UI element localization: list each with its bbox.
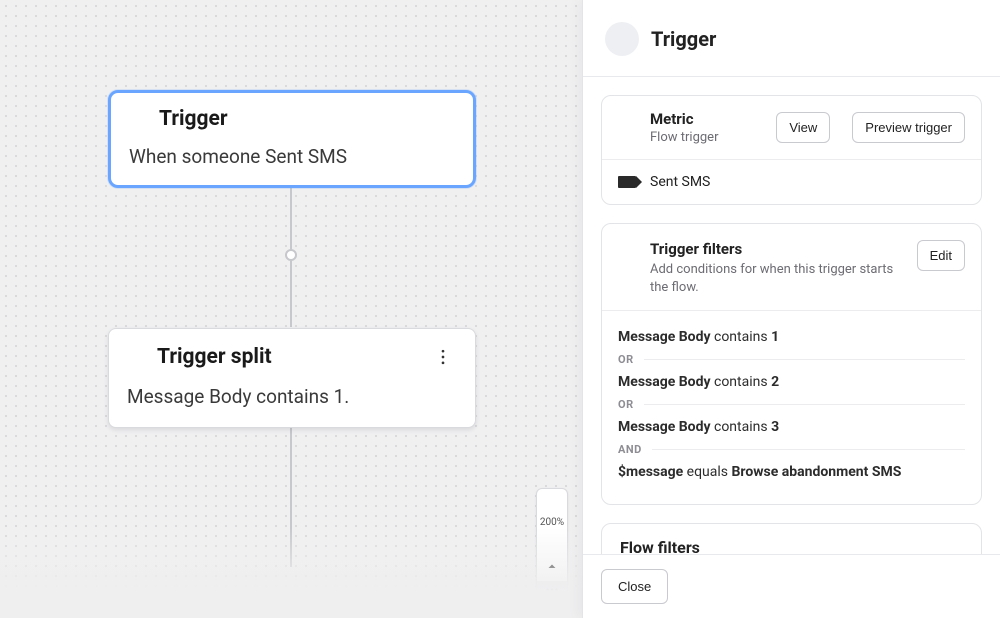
separator-and: AND <box>618 443 965 456</box>
trigger-filters-card: Trigger filters Add conditions for when … <box>601 223 982 505</box>
filter-condition: $message equals Browse abandonment SMS <box>618 456 965 488</box>
filter-condition: Message Body contains 1 <box>618 321 965 353</box>
panel-body: Metric Flow trigger View Preview trigger… <box>583 77 1000 554</box>
node-trigger-desc: When someone Sent SMS <box>129 145 455 168</box>
panel-header: Trigger <box>583 0 1000 77</box>
trigger-panel: Trigger Metric Flow trigger View Preview… <box>582 0 1000 618</box>
node-menu-button[interactable] <box>429 343 457 371</box>
zoom-level-label: 200% <box>537 515 567 529</box>
connector-add-node[interactable] <box>285 249 297 261</box>
view-button[interactable]: View <box>776 112 830 143</box>
panel-title: Trigger <box>651 27 716 51</box>
edit-filters-button[interactable]: Edit <box>917 240 965 271</box>
metric-title: Metric <box>650 110 762 128</box>
close-button[interactable]: Close <box>601 569 668 604</box>
panel-footer: Close <box>583 554 1000 618</box>
target-icon <box>618 119 636 137</box>
filter-condition: Message Body contains 3 <box>618 411 965 443</box>
flow-canvas[interactable]: Trigger When someone Sent SMS Trigger sp… <box>0 0 582 618</box>
tag-icon <box>618 176 636 188</box>
zoom-fit-button[interactable] <box>537 581 567 607</box>
zoom-out-button[interactable] <box>537 529 567 555</box>
filters-list: Message Body contains 1 OR Message Body … <box>602 310 981 504</box>
close-icon[interactable] <box>948 24 978 54</box>
filter-condition: Message Body contains 2 <box>618 366 965 398</box>
node-trigger-split[interactable]: Trigger split Message Body contains 1. <box>108 328 476 428</box>
flow-filters-card[interactable]: Flow filters <box>601 523 982 554</box>
zoom-controls: 200% <box>536 488 568 608</box>
node-split-desc: Message Body contains 1. <box>127 385 457 408</box>
preview-trigger-button[interactable]: Preview trigger <box>852 112 965 143</box>
split-icon <box>127 348 145 366</box>
separator-or: OR <box>618 353 965 366</box>
connector-line <box>290 427 292 567</box>
zoom-in-button[interactable] <box>537 489 567 515</box>
separator-or: OR <box>618 398 965 411</box>
flow-filters-title: Flow filters <box>620 538 700 554</box>
filters-title: Trigger filters <box>650 240 903 258</box>
zoom-reset-button[interactable] <box>537 555 567 581</box>
node-split-title: Trigger split <box>157 345 272 369</box>
filter-icon <box>618 242 636 260</box>
metric-subtitle: Flow trigger <box>650 130 762 145</box>
metric-value: Sent SMS <box>650 174 710 190</box>
filters-desc: Add conditions for when this trigger sta… <box>650 261 903 296</box>
node-trigger-title: Trigger <box>159 107 228 131</box>
metric-card: Metric Flow trigger View Preview trigger… <box>601 95 982 205</box>
bolt-icon <box>605 22 639 56</box>
node-trigger[interactable]: Trigger When someone Sent SMS <box>108 90 476 188</box>
bolt-icon <box>129 110 147 128</box>
